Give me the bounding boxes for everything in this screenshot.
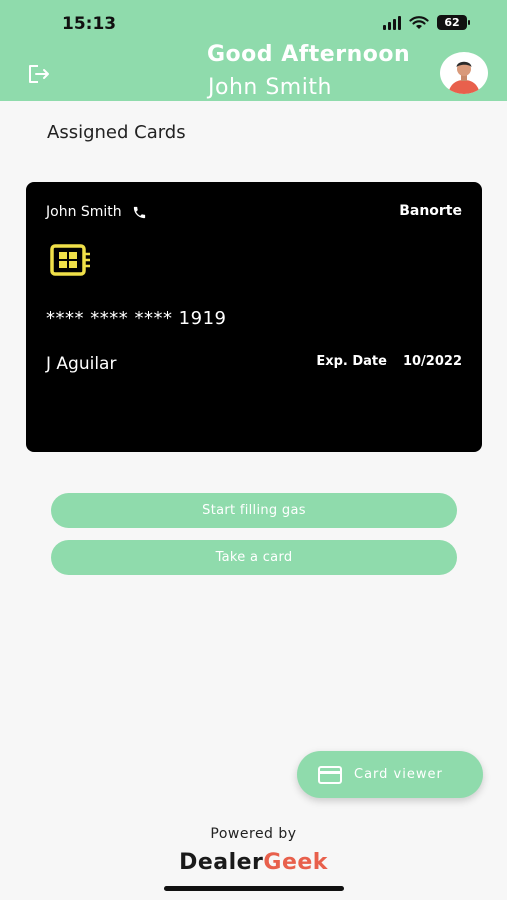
signal-icon xyxy=(383,15,401,30)
brand-geek: Geek xyxy=(263,850,328,875)
app-header: 15:13 62 Good Afternoon John Smith xyxy=(0,0,507,101)
greeting-text: Good Afternoon xyxy=(207,42,411,67)
card-viewer-label: Card viewer xyxy=(354,767,443,782)
bank-name: Banorte xyxy=(399,203,462,219)
battery-icon: 62 xyxy=(437,15,470,30)
section-title: Assigned Cards xyxy=(47,122,186,143)
card-holder-row: John Smith xyxy=(46,204,147,220)
logout-icon[interactable] xyxy=(27,63,51,85)
expiration: Exp. Date 10/2022 xyxy=(316,354,462,369)
chip-icon xyxy=(50,244,90,276)
status-time: 15:13 xyxy=(62,14,117,34)
card-holder-name: John Smith xyxy=(46,204,122,220)
home-indicator xyxy=(164,886,344,891)
brand-dealer: Dealer xyxy=(179,850,264,875)
status-icons: 62 xyxy=(383,15,470,30)
phone-icon[interactable] xyxy=(132,205,147,220)
powered-by: Powered by xyxy=(210,826,297,842)
card-number: **** **** **** 1919 xyxy=(46,308,227,329)
exp-label: Exp. Date xyxy=(316,354,387,369)
wifi-icon xyxy=(409,16,429,29)
user-name: John Smith xyxy=(208,75,332,100)
battery-level: 62 xyxy=(444,16,460,29)
card-name: J Aguilar xyxy=(46,354,117,374)
credit-card-icon xyxy=(318,765,342,784)
avatar[interactable] xyxy=(440,52,488,94)
take-card-button[interactable]: Take a card xyxy=(51,540,457,575)
brand-logo: DealerGeek xyxy=(0,850,507,875)
card-viewer-button[interactable]: Card viewer xyxy=(297,751,483,798)
exp-value: 10/2022 xyxy=(402,354,462,369)
start-filling-gas-button[interactable]: Start filling gas xyxy=(51,493,457,528)
assigned-card[interactable]: John Smith Banorte **** **** **** 1919 J… xyxy=(26,182,482,452)
